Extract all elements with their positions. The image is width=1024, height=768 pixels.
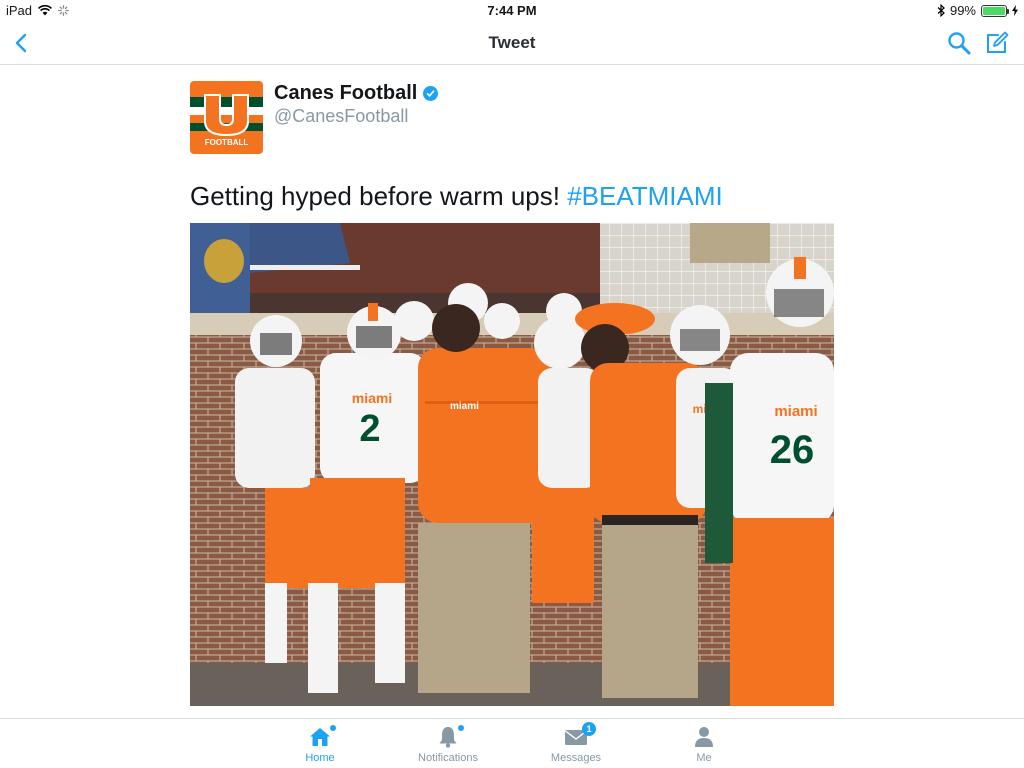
battery-level [983, 6, 1005, 15]
tab-me-label: Me [696, 752, 712, 764]
jersey-number-2: 2 [359, 408, 380, 450]
search-button[interactable] [944, 28, 974, 58]
author-handle[interactable]: @CanesFootball [274, 106, 408, 127]
compose-icon [987, 31, 1009, 53]
tab-messages-label: Messages [550, 752, 602, 764]
status-time: 7:44 PM [487, 3, 537, 18]
hashtag-link[interactable]: #BEATMIAMI [567, 181, 723, 211]
tab-notifications-label: Notifications [418, 752, 478, 764]
jersey-text-3: miami [774, 403, 817, 420]
status-bar: iPad 7:44 PM 99% [0, 0, 1024, 22]
tweet-header: FOOTBALL Canes Football @CanesFootball [190, 81, 830, 155]
battery-percent: 99% [949, 3, 976, 18]
back-button[interactable] [6, 28, 36, 58]
verified-badge-icon [423, 86, 439, 101]
tweet-text: Getting hyped before warm ups! #BEATMIAM… [190, 181, 723, 212]
chevron-left-icon [15, 33, 27, 53]
messages-badge: 1 [582, 722, 596, 736]
jersey-text-1: miami [352, 390, 392, 406]
bell-icon [439, 727, 457, 748]
tweet-body: Getting hyped before warm ups! [190, 181, 568, 211]
avatar-text: FOOTBALL [205, 138, 249, 147]
tab-notifications[interactable]: Notifications [398, 725, 498, 767]
nav-bar: Tweet [0, 22, 1024, 65]
page-title: Tweet [488, 33, 536, 52]
battery-icon [981, 4, 1009, 17]
tweet-photo[interactable]: miami 2 miami miami 26 [190, 223, 834, 706]
tab-messages[interactable]: 1 Messages [526, 722, 626, 767]
tab-home[interactable]: Home [270, 725, 370, 767]
jersey-text-2: miami [450, 401, 479, 412]
jersey-number-26: 26 [770, 428, 815, 472]
charging-icon [1012, 5, 1018, 16]
status-right: 99% [937, 3, 1018, 18]
tab-me[interactable]: Me [654, 725, 754, 767]
home-icon [310, 728, 330, 746]
team-photo: miami 2 miami miami 26 [190, 223, 834, 706]
person-icon [695, 727, 713, 747]
tab-bar: Home Notifications 1 Messages Me [0, 718, 1024, 768]
canes-football-logo: FOOTBALL [190, 81, 263, 154]
search-icon [948, 32, 971, 55]
compose-button[interactable] [982, 28, 1012, 58]
author-name-row[interactable]: Canes Football [274, 82, 439, 105]
avatar[interactable]: FOOTBALL [190, 81, 263, 154]
author-name[interactable]: Canes Football [274, 82, 417, 105]
home-notification-dot [330, 725, 336, 731]
tab-home-label: Home [305, 752, 335, 764]
notifications-dot [458, 725, 464, 731]
bluetooth-icon [937, 4, 945, 17]
